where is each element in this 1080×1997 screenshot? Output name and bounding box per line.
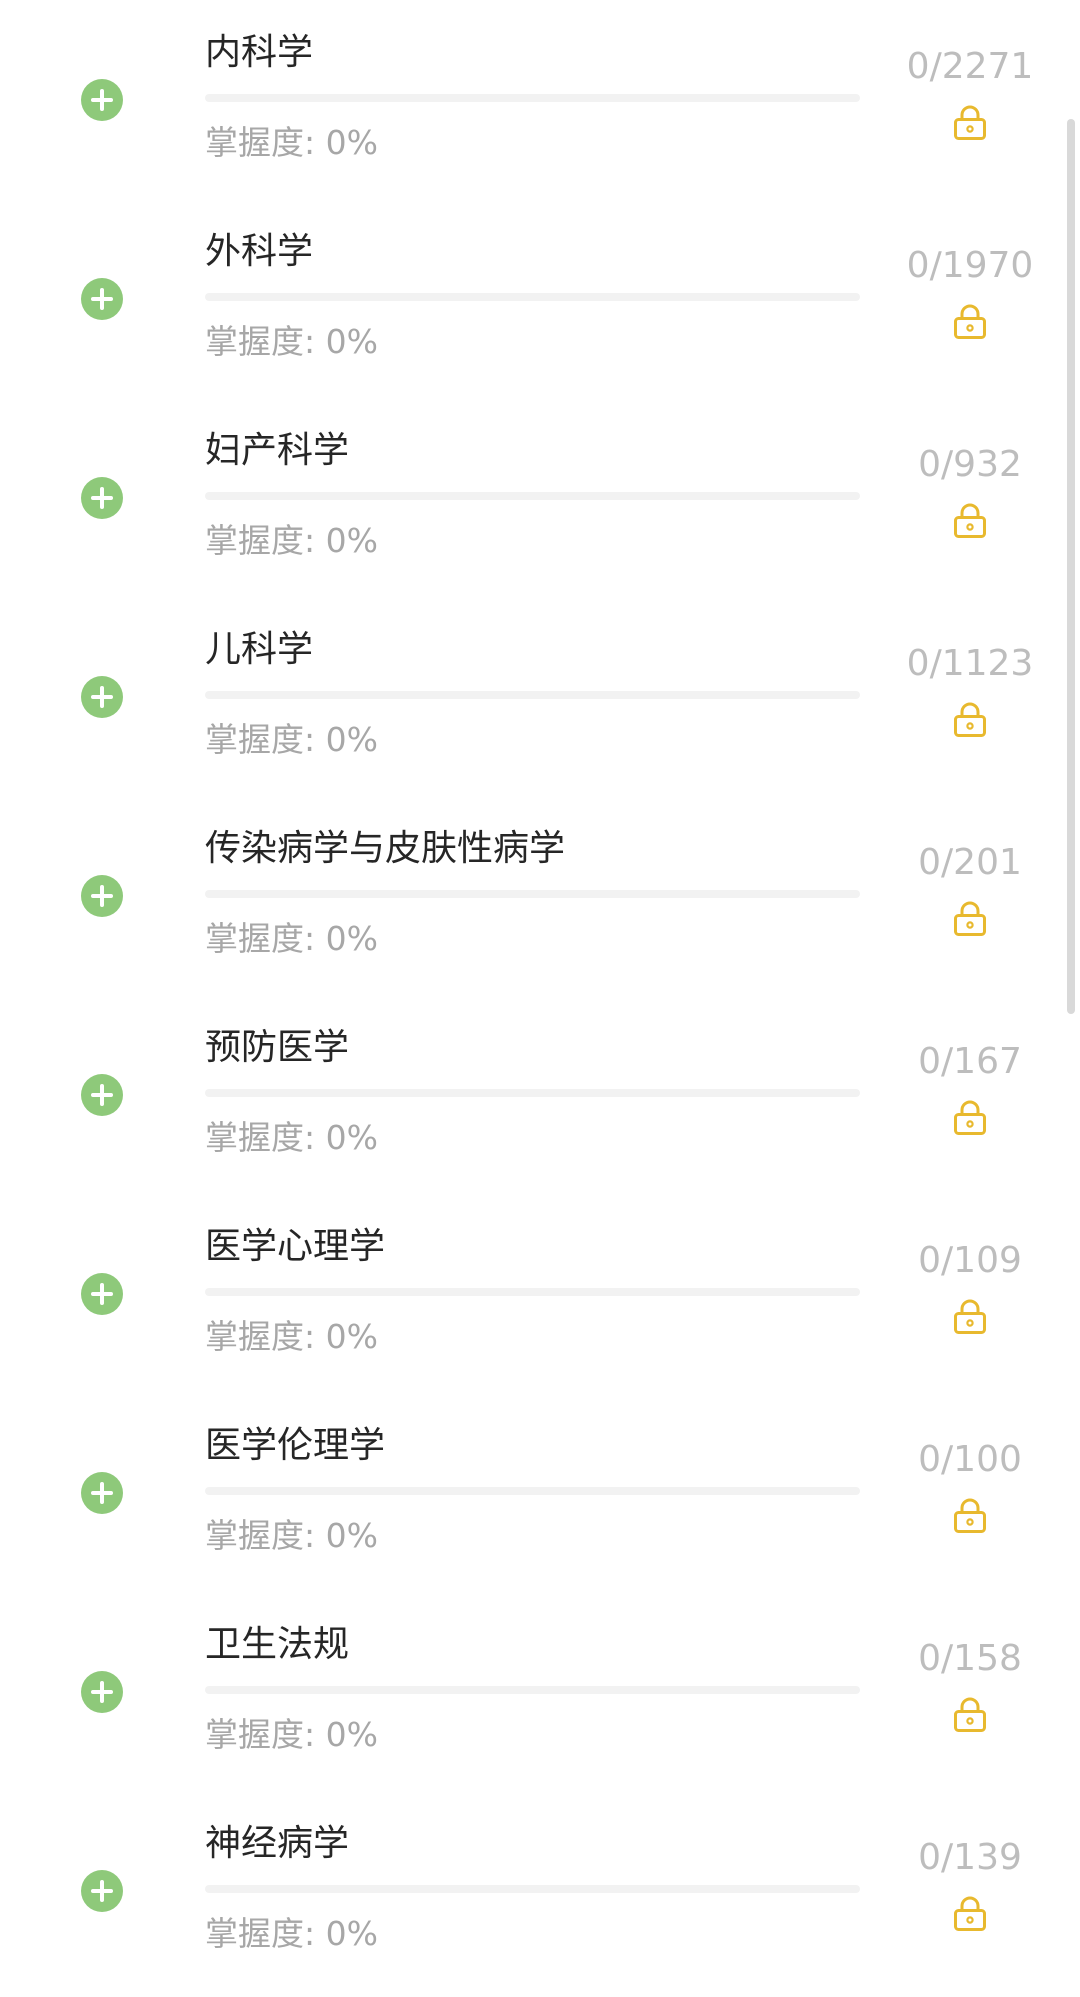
mastery-value: 0%: [325, 919, 378, 958]
mastery-value: 0%: [325, 1516, 378, 1555]
question-count: 0/109: [918, 1240, 1022, 1281]
mastery-label: 掌握度:: [205, 919, 316, 958]
list-item[interactable]: 神经病学 掌握度: 0% 0/139: [0, 1791, 1080, 1990]
question-count: 0/201: [918, 842, 1022, 883]
mastery-value: 0%: [325, 1317, 378, 1356]
mastery-progress-bar: [205, 1885, 860, 1893]
mastery-value: 0%: [325, 322, 378, 361]
mastery-text: 掌握度: 0%: [205, 914, 378, 964]
list-item[interactable]: 医学伦理学 掌握度: 0% 0/100: [0, 1393, 1080, 1592]
scrollbar[interactable]: [1067, 119, 1075, 1014]
lock-icon[interactable]: [951, 899, 989, 937]
add-icon[interactable]: [81, 1671, 123, 1713]
mastery-text: 掌握度: 0%: [205, 118, 378, 168]
subject-title: 传染病学与皮肤性病学: [205, 828, 566, 869]
mastery-label: 掌握度:: [205, 1317, 316, 1356]
subject-title: 妇产科学: [205, 430, 350, 471]
list-item[interactable]: 卫生法规 掌握度: 0% 0/158: [0, 1592, 1080, 1791]
lock-icon[interactable]: [951, 1297, 989, 1335]
mastery-text: 掌握度: 0%: [205, 1710, 378, 1760]
list-item[interactable]: 医学心理学 掌握度: 0% 0/109: [0, 1194, 1080, 1393]
mastery-label: 掌握度:: [205, 1118, 316, 1157]
mastery-progress-bar: [205, 1487, 860, 1495]
mastery-progress-bar: [205, 492, 860, 500]
add-icon[interactable]: [81, 477, 123, 519]
mastery-text: 掌握度: 0%: [205, 1909, 378, 1959]
mastery-progress-bar: [205, 94, 860, 102]
mastery-label: 掌握度:: [205, 521, 316, 560]
question-count: 0/158: [918, 1638, 1022, 1679]
mastery-progress-bar: [205, 1288, 860, 1296]
lock-icon[interactable]: [951, 1098, 989, 1136]
subject-title: 预防医学: [205, 1027, 350, 1068]
mastery-text: 掌握度: 0%: [205, 317, 378, 367]
subject-title: 儿科学: [205, 629, 314, 670]
add-icon[interactable]: [81, 1273, 123, 1315]
mastery-progress-bar: [205, 1686, 860, 1694]
mastery-label: 掌握度:: [205, 720, 316, 759]
add-icon[interactable]: [81, 1074, 123, 1116]
subject-title: 内科学: [205, 32, 314, 73]
question-count: 0/139: [918, 1837, 1022, 1878]
mastery-progress-bar: [205, 1089, 860, 1097]
mastery-label: 掌握度:: [205, 1516, 316, 1555]
lock-icon[interactable]: [951, 103, 989, 141]
list-item[interactable]: 儿科学 掌握度: 0% 0/1123: [0, 597, 1080, 796]
mastery-text: 掌握度: 0%: [205, 1511, 378, 1561]
subject-title: 卫生法规: [205, 1624, 350, 1665]
mastery-label: 掌握度:: [205, 1715, 316, 1754]
mastery-value: 0%: [325, 123, 378, 162]
mastery-value: 0%: [325, 521, 378, 560]
question-count: 0/1970: [906, 245, 1034, 286]
add-icon[interactable]: [81, 1870, 123, 1912]
list-item[interactable]: 妇产科学 掌握度: 0% 0/932: [0, 398, 1080, 597]
subject-title: 神经病学: [205, 1823, 350, 1864]
lock-icon[interactable]: [951, 1496, 989, 1534]
add-icon[interactable]: [81, 875, 123, 917]
mastery-text: 掌握度: 0%: [205, 1312, 378, 1362]
question-count: 0/100: [918, 1439, 1022, 1480]
question-count: 0/1123: [906, 643, 1034, 684]
subject-list: 内科学 掌握度: 0% 0/2271 外科学 掌握度: 0% 0/1970 妇产…: [0, 0, 1080, 1997]
mastery-progress-bar: [205, 293, 860, 301]
question-count: 0/167: [918, 1041, 1022, 1082]
lock-icon[interactable]: [951, 1894, 989, 1932]
lock-icon[interactable]: [951, 501, 989, 539]
mastery-text: 掌握度: 0%: [205, 1113, 378, 1163]
subject-title: 医学心理学: [205, 1226, 386, 1267]
mastery-label: 掌握度:: [205, 1914, 316, 1953]
add-icon[interactable]: [81, 1472, 123, 1514]
lock-icon[interactable]: [951, 302, 989, 340]
add-icon[interactable]: [81, 278, 123, 320]
add-icon[interactable]: [81, 676, 123, 718]
lock-icon[interactable]: [951, 700, 989, 738]
list-item[interactable]: 内科学 掌握度: 0% 0/2271: [0, 0, 1080, 199]
subject-title: 医学伦理学: [205, 1425, 386, 1466]
list-item[interactable]: 外科学 掌握度: 0% 0/1970: [0, 199, 1080, 398]
mastery-value: 0%: [325, 1118, 378, 1157]
lock-icon[interactable]: [951, 1695, 989, 1733]
mastery-label: 掌握度:: [205, 322, 316, 361]
subject-title: 外科学: [205, 231, 314, 272]
mastery-value: 0%: [325, 720, 378, 759]
list-item[interactable]: 预防医学 掌握度: 0% 0/167: [0, 995, 1080, 1194]
list-item[interactable]: 传染病学与皮肤性病学 掌握度: 0% 0/201: [0, 796, 1080, 995]
question-count: 0/2271: [906, 46, 1034, 87]
mastery-value: 0%: [325, 1914, 378, 1953]
mastery-label: 掌握度:: [205, 123, 316, 162]
mastery-text: 掌握度: 0%: [205, 516, 378, 566]
question-count: 0/932: [918, 444, 1022, 485]
mastery-value: 0%: [325, 1715, 378, 1754]
mastery-text: 掌握度: 0%: [205, 715, 378, 765]
mastery-progress-bar: [205, 691, 860, 699]
add-icon[interactable]: [81, 79, 123, 121]
mastery-progress-bar: [205, 890, 860, 898]
